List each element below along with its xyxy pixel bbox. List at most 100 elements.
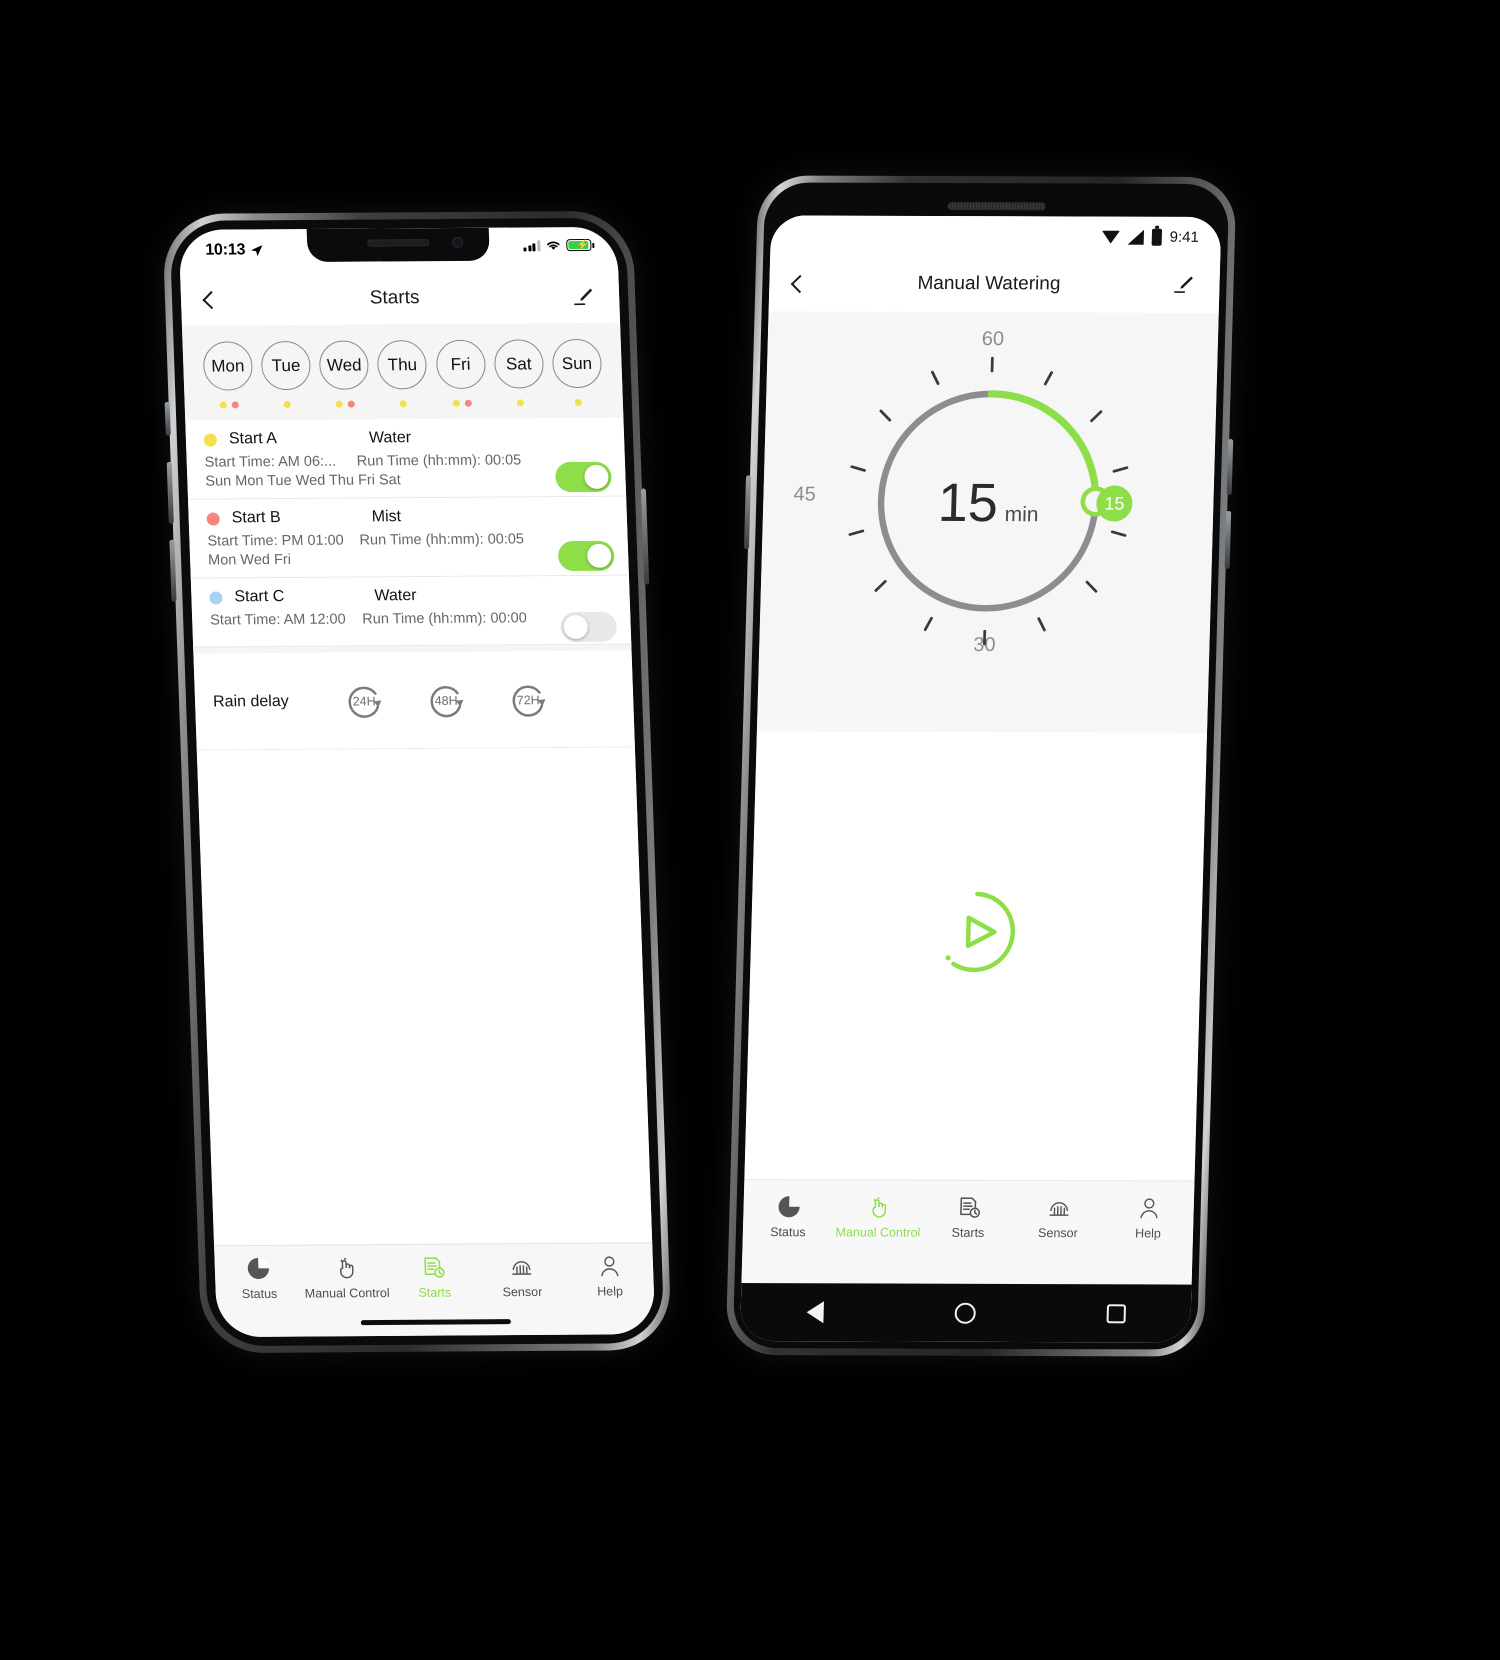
start-time: Start Time: PM 01:00 — [207, 532, 345, 550]
rain-delay-72h-button[interactable]: 72H — [504, 677, 552, 723]
toggle-knob — [584, 464, 609, 489]
start-days: Mon Wed Fri — [207, 551, 292, 569]
weekday-item[interactable]: Fri — [431, 339, 490, 407]
start-days: Sun Mon Tue Wed Thu Fri Sat — [205, 472, 402, 490]
start-runtime: Run Time (hh:mm): 00:05 — [359, 531, 525, 549]
start-header: Start A Water — [203, 428, 607, 449]
hand-tap-icon — [333, 1254, 360, 1280]
home-indicator[interactable] — [360, 1319, 511, 1326]
iphone-screen: 10:13 ⚡ Starts Mon Tue Wed Thu Fri Sat S… — [178, 226, 656, 1338]
tab-label: Starts — [418, 1285, 452, 1300]
tab-status[interactable]: Status — [214, 1255, 303, 1302]
rain-delay-48h-button[interactable]: 48H — [422, 678, 470, 724]
tab-label: Help — [1134, 1226, 1162, 1241]
weekday-item[interactable]: Tue — [257, 340, 316, 408]
tab-sensor[interactable]: Sensor — [1013, 1194, 1104, 1240]
pencil-edit-icon[interactable] — [571, 285, 596, 309]
pie-chart-icon — [245, 1255, 272, 1281]
android-status-bar: 9:41 — [770, 215, 1222, 257]
dial-value: 15 — [937, 472, 999, 534]
earpiece-speaker — [947, 202, 1046, 211]
tab-label: Help — [596, 1284, 624, 1299]
tab-starts[interactable]: Starts — [390, 1253, 479, 1300]
weekday-dots — [516, 398, 524, 406]
android-recents-icon[interactable] — [1106, 1303, 1126, 1323]
weekday-row: Mon Tue Wed Thu Fri Sat Sun — [192, 338, 612, 409]
weekday-item[interactable]: Wed — [315, 340, 374, 408]
start-toggle[interactable] — [560, 611, 618, 643]
start-row[interactable]: Start A Water Start Time: AM 06:... Run … — [185, 417, 627, 500]
start-row[interactable]: Start B Mist Start Time: PM 01:00 Run Ti… — [188, 496, 629, 579]
tab-sensor[interactable]: Sensor — [477, 1253, 566, 1300]
weekday-item[interactable]: Sun — [548, 338, 607, 406]
rain-delay-section: Rain delay 24H 48H 72H — [193, 644, 635, 751]
tab-label: Manual Control — [835, 1225, 921, 1240]
start-name: Start C — [234, 588, 285, 606]
tab-status[interactable]: Status — [743, 1193, 834, 1239]
android-system-nav — [739, 1283, 1192, 1343]
weekday-dots — [219, 400, 239, 409]
schedule-dot — [347, 400, 356, 408]
schedule-dot — [231, 400, 239, 408]
rain-sensor-icon — [508, 1253, 535, 1279]
tab-manual-control[interactable]: Manual Control — [302, 1254, 391, 1301]
tab-help[interactable]: Help — [1103, 1194, 1194, 1240]
page-title: Starts — [369, 287, 420, 309]
location-arrow-icon — [251, 244, 263, 256]
back-button[interactable] — [202, 290, 221, 309]
weekday-circle[interactable]: Fri — [435, 339, 486, 390]
start-toggle[interactable] — [554, 461, 612, 493]
weekday-circle[interactable]: Sun — [551, 338, 603, 389]
schedule-dot — [400, 399, 408, 407]
tab-starts[interactable]: Starts — [923, 1194, 1014, 1240]
play-circle-icon[interactable] — [931, 888, 1021, 976]
start-toggle[interactable] — [557, 540, 615, 572]
status-time: 10:13 — [205, 241, 246, 259]
tab-manual-control[interactable]: Manual Control — [833, 1193, 924, 1240]
dial-tick-label-left: 45 — [793, 483, 817, 506]
weekday-item[interactable]: Mon — [199, 341, 258, 409]
start-row[interactable]: Start C Water Start Time: AM 12:00 Run T… — [190, 575, 632, 648]
scene-root: 10:13 ⚡ Starts Mon Tue Wed Thu Fri Sat S… — [0, 0, 1500, 1660]
schedule-dot — [574, 398, 582, 406]
android-screen: 9:41 Manual Watering 60 45 30 15 min 15 … — [739, 215, 1222, 1343]
android-back-icon[interactable] — [805, 1301, 824, 1324]
weekday-item[interactable]: Sat — [489, 339, 548, 406]
start-details: Start Time: PM 01:00 Run Time (hh:mm): 0… — [207, 531, 610, 550]
pencil-edit-icon[interactable] — [1171, 273, 1196, 297]
bottom-tab-bar: Status Manual Control Starts Sensor Help — [741, 1179, 1195, 1285]
tab-label: Sensor — [1037, 1226, 1078, 1241]
person-icon — [596, 1252, 623, 1278]
battery-icon — [1151, 228, 1162, 246]
start-type: Mist — [371, 508, 402, 526]
weekday-circle[interactable]: Wed — [318, 340, 370, 390]
start-runtime: Run Time (hh:mm): 00:00 — [362, 610, 528, 628]
android-volume-button[interactable] — [1224, 510, 1232, 569]
weekday-circle[interactable]: Sat — [493, 339, 545, 389]
rain-delay-label-24h: 24H — [352, 694, 376, 709]
rain-delay-24h-button[interactable]: 24H — [340, 678, 388, 724]
iphone-mockup: 10:13 ⚡ Starts Mon Tue Wed Thu Fri Sat S… — [162, 210, 672, 1354]
start-details: Start Time: AM 12:00 Run Time (hh:mm): 0… — [210, 610, 613, 628]
start-type: Water — [374, 587, 417, 605]
android-power-button[interactable] — [1226, 438, 1234, 495]
starts-navbar: Starts — [180, 270, 621, 326]
rain-delay-options: 24H 48H 72H — [340, 677, 552, 724]
rain-delay-label-72h: 72H — [516, 693, 540, 708]
weekday-item[interactable]: Thu — [373, 340, 432, 407]
android-home-icon[interactable] — [953, 1302, 976, 1324]
tab-help[interactable]: Help — [565, 1252, 654, 1299]
start-type: Water — [368, 429, 412, 447]
weekday-circle[interactable]: Thu — [377, 340, 428, 390]
weekday-circle[interactable]: Mon — [202, 341, 254, 391]
start-header: Start C Water — [209, 586, 612, 607]
start-time: Start Time: AM 06:... — [204, 453, 337, 471]
rain-delay-label-48h: 48H — [434, 693, 458, 708]
wifi-icon — [1101, 230, 1120, 244]
back-button[interactable] — [790, 274, 810, 293]
duration-dial-area: 60 45 30 15 min 15 — [756, 311, 1219, 733]
weekday-circle[interactable]: Tue — [260, 340, 312, 391]
ios-status-bar: 10:13 ⚡ — [179, 227, 619, 274]
toggle-knob — [563, 614, 589, 640]
tab-label: Status — [769, 1225, 806, 1240]
